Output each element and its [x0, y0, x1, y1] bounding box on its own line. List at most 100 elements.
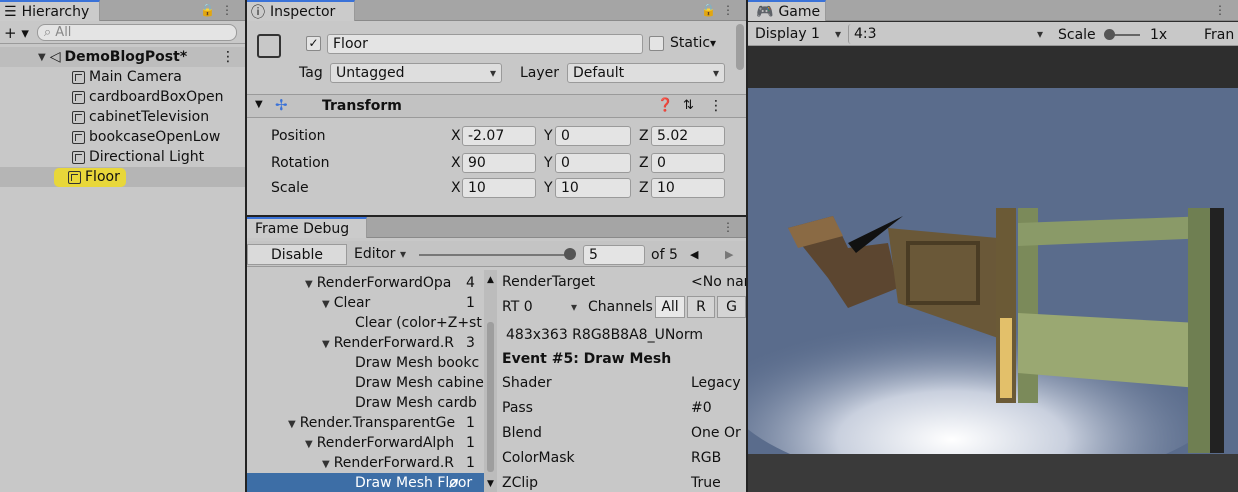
event-slider-track[interactable] [419, 254, 571, 256]
list-item[interactable]: ▼ Clear [322, 295, 370, 311]
unity-scene-icon: ◁ [49, 49, 61, 65]
highlight: Floor [54, 167, 126, 187]
hierarchy-item[interactable]: cabinetTelevision [72, 107, 209, 127]
scale-z[interactable]: 10 [651, 178, 725, 198]
gameobject-icon [72, 90, 85, 104]
tab-menu-icon[interactable]: 🔒⋮ [200, 3, 239, 17]
aspect-dropdown[interactable]: 4:3 [848, 24, 1048, 44]
hierarchy-item[interactable]: Directional Light [72, 147, 204, 167]
expand-icon[interactable]: ▼ [38, 52, 46, 63]
tab-game[interactable]: 🎮 Game [748, 0, 826, 21]
channel-g-button[interactable]: G [717, 296, 746, 318]
gameobject-icon [68, 170, 81, 184]
static-dropdown-icon[interactable]: ▾ [710, 36, 716, 50]
scene-render [748, 208, 1238, 454]
tab-menu-icon[interactable]: ⋮ [1214, 3, 1232, 17]
list-item[interactable]: Clear (color+Z+st [355, 315, 482, 331]
rt-dropdown[interactable]: RT 0 [497, 297, 582, 317]
hierarchy-item[interactable]: Main Camera [72, 67, 182, 87]
bookcase-side-right [1188, 208, 1210, 453]
list-item[interactable]: Draw Mesh cabine [355, 375, 484, 391]
expand-icon[interactable]: ▼ [305, 279, 313, 290]
editor-dropdown[interactable]: Editor [349, 244, 411, 264]
position-z[interactable]: 5.02 [651, 126, 725, 146]
gameobject-icon [72, 130, 85, 144]
transform-icon: ✢ [275, 96, 288, 114]
rotation-z[interactable]: 0 [651, 153, 725, 173]
rotation-y[interactable]: 0 [555, 153, 631, 173]
list-item[interactable]: ▼ RenderForward.R [322, 455, 454, 471]
tab-menu-icon[interactable]: 🔒⋮ [701, 3, 740, 17]
expand-icon[interactable]: ▼ [255, 99, 263, 110]
tab-frame-debug[interactable]: Frame Debug [247, 217, 367, 238]
help-icon[interactable]: ❓ [657, 98, 673, 113]
disable-button[interactable]: Disable [247, 244, 347, 265]
component-menu-icon[interactable]: ⋮ [709, 98, 723, 114]
prev-event-icon[interactable]: ◀ [690, 248, 698, 261]
expand-icon[interactable]: ▼ [322, 339, 330, 350]
tab-inspector[interactable]: ⓘ Inspector [247, 0, 355, 21]
rotation-x[interactable]: 90 [462, 153, 536, 173]
event-slider-thumb[interactable] [564, 248, 576, 260]
event-tree: ▼ RenderForwardOpa 4 ▼ Clear 1 Clear (colo… [247, 270, 484, 492]
hierarchy-item[interactable]: bookcaseOpenLow [72, 127, 220, 147]
gameobject-large-icon [257, 34, 281, 58]
tag-dropdown[interactable]: Untagged [330, 63, 502, 83]
game-panel: 🎮Game ⋮ Display 1 4:3 Scale 1x Fran [748, 0, 1238, 492]
expand-icon[interactable]: ▼ [322, 459, 330, 470]
add-button[interactable]: + ▾ [4, 24, 29, 42]
expand-icon[interactable]: ▼ [305, 439, 313, 450]
list-item[interactable]: Draw Mesh bookc [355, 355, 479, 371]
list-item[interactable]: ▼ RenderForward.R [322, 335, 454, 351]
channel-r-button[interactable]: R [687, 296, 715, 318]
tree-scrollbar[interactable]: ▲ ▼ [484, 270, 497, 492]
gameobject-icon [72, 110, 85, 124]
bookcase-edge [1210, 208, 1224, 453]
inspector-panel: ⓘ Inspector 🔒⋮ ✓ Floor Static ▾ Tag Untag… [247, 0, 746, 215]
frame-debug-panel: Frame Debug ⋮ Disable Editor 5 of 5 ◀ ▶ … [247, 217, 746, 492]
scene-menu-icon[interactable]: ⋮ [221, 49, 235, 65]
scrollbar[interactable] [736, 24, 744, 70]
list-item[interactable]: Draw Mesh cardb [355, 395, 477, 411]
name-field[interactable]: Floor [327, 34, 643, 54]
hierarchy-item[interactable]: cardboardBoxOpen [72, 87, 224, 107]
static-checkbox[interactable] [649, 36, 664, 51]
cursor-icon: ➚ [447, 473, 461, 492]
position-x[interactable]: -2.07 [462, 126, 536, 146]
scale-slider-thumb[interactable] [1104, 29, 1115, 40]
gamepad-icon: 🎮 [756, 3, 774, 20]
bookcase-post-lit [1000, 318, 1012, 398]
scroll-down-icon[interactable]: ▼ [487, 479, 494, 489]
letterbox-bottom [748, 454, 1238, 492]
tab-hierarchy[interactable]: ☰ Hierarchy [0, 0, 100, 21]
scroll-thumb[interactable] [487, 322, 494, 472]
scene-row[interactable]: ▼ ◁ DemoBlogPost* ⋮ [0, 47, 245, 67]
search-icon: ⌕ [43, 25, 52, 40]
display-dropdown[interactable]: Display 1 [750, 24, 846, 44]
info-icon: ⓘ [251, 4, 265, 21]
list-item[interactable]: ▼ RenderForwardAlph [305, 435, 454, 451]
list-item[interactable]: ▼ Render.TransparentGe [288, 415, 455, 431]
position-y[interactable]: 0 [555, 126, 631, 146]
hierarchy-item-selected[interactable]: Floor [0, 167, 245, 187]
scroll-up-icon[interactable]: ▲ [484, 275, 497, 285]
event-number-field[interactable]: 5 [583, 245, 645, 265]
static-label[interactable]: Static [670, 35, 710, 51]
scale-x[interactable]: 10 [462, 178, 536, 198]
active-checkbox[interactable]: ✓ [306, 36, 321, 51]
settings-icon[interactable]: ⇅ [683, 98, 694, 113]
expand-icon[interactable]: ▼ [288, 419, 296, 430]
gameobject-icon [72, 150, 85, 164]
tab-menu-icon[interactable]: ⋮ [722, 220, 740, 234]
hierarchy-panel: ☰ Hierarchy 🔒⋮ + ▾ ⌕ All ▼ ◁ DemoBlogPost… [0, 0, 245, 492]
scale-y[interactable]: 10 [555, 178, 631, 198]
layer-dropdown[interactable]: Default [567, 63, 725, 83]
expand-icon[interactable]: ▼ [322, 299, 330, 310]
game-view[interactable] [748, 88, 1238, 454]
list-icon: ☰ [4, 3, 17, 20]
list-item[interactable]: ▼ RenderForwardOpa [305, 275, 451, 291]
next-event-icon[interactable]: ▶ [725, 248, 733, 261]
gameobject-icon [72, 70, 85, 84]
channel-all-button[interactable]: All [655, 296, 685, 318]
search-input[interactable]: ⌕ All [36, 24, 237, 41]
